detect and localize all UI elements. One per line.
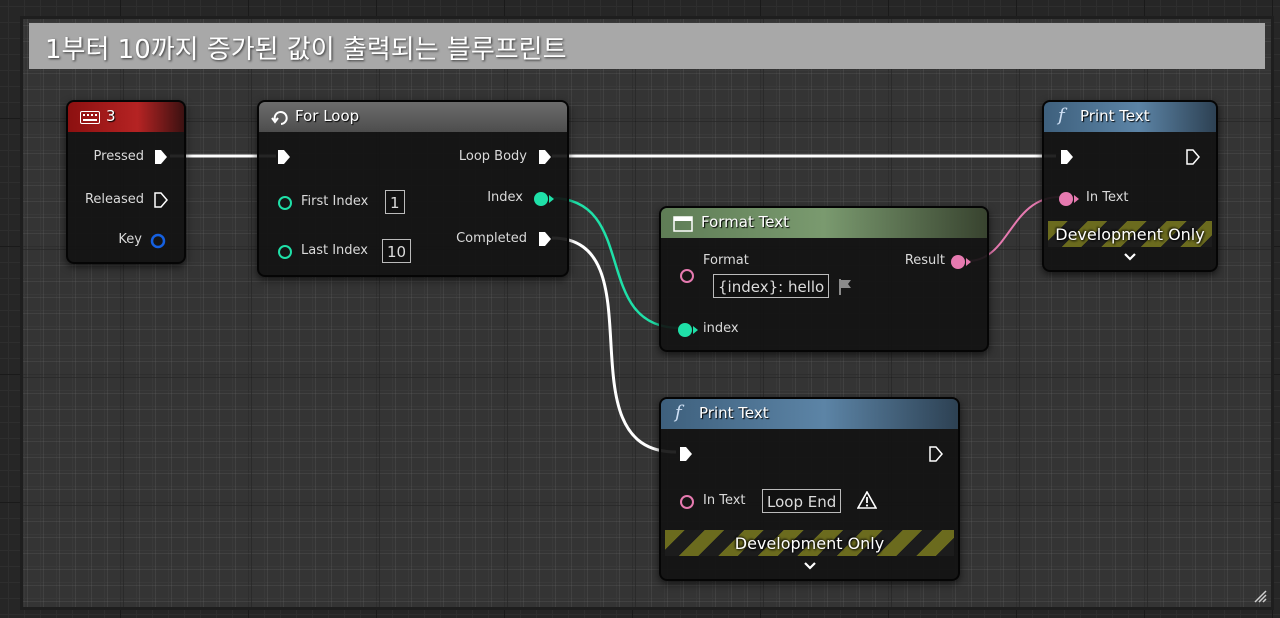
- released-pin-label: Released: [84, 192, 144, 207]
- released-exec-pin-icon[interactable]: [154, 192, 168, 208]
- print-top-in-text-pin-icon[interactable]: [1058, 191, 1080, 207]
- for-loop-exec-in-pin-icon[interactable]: [277, 149, 291, 165]
- first-index-label: First Index: [301, 194, 369, 209]
- completed-exec-pin-icon[interactable]: [538, 231, 552, 247]
- result-pin-icon[interactable]: [950, 254, 972, 270]
- pressed-exec-pin-icon[interactable]: [154, 149, 168, 165]
- format-text-icon: [673, 216, 693, 232]
- print-text-top-header[interactable]: f Print Text: [1044, 102, 1216, 132]
- format-index-label: index: [703, 321, 739, 336]
- chevron-down-icon[interactable]: [803, 561, 817, 571]
- first-index-input[interactable]: 1: [385, 190, 405, 214]
- completed-label: Completed: [456, 231, 527, 246]
- dev-only-label-bottom: Development Only: [734, 534, 885, 553]
- first-index-pin-icon[interactable]: [277, 195, 293, 211]
- keyboard-icon: [80, 111, 100, 124]
- comment-header[interactable]: 1부터 10까지 증가된 값이 출력되는 블루프린트: [29, 23, 1265, 69]
- chevron-down-icon[interactable]: [1123, 252, 1137, 262]
- for-loop-header[interactable]: For Loop: [259, 102, 567, 132]
- print-bottom-in-text-label: In Text: [703, 493, 746, 508]
- format-input[interactable]: {index}: hello: [713, 274, 830, 298]
- comment-title: 1부터 10까지 증가된 값이 출력되는 블루프린트: [45, 35, 567, 65]
- print-bottom-exec-in-pin-icon[interactable]: [679, 446, 693, 462]
- key-event-header[interactable]: 3: [68, 102, 184, 132]
- print-top-exec-out-pin-icon[interactable]: [1186, 149, 1200, 165]
- print-bottom-in-text-pin-icon[interactable]: [679, 494, 695, 510]
- print-top-in-text-label: In Text: [1086, 190, 1129, 205]
- print-text-node-bottom[interactable]: f Print Text In Text Loop End Developmen…: [659, 397, 960, 581]
- warning-icon: [857, 491, 877, 509]
- key-pin-label: Key: [118, 232, 142, 247]
- last-index-label: Last Index: [301, 243, 368, 258]
- for-loop-node[interactable]: For Loop First Index 1 Last Index 10 Loo…: [257, 100, 569, 277]
- print-text-top-title: Print Text: [1080, 107, 1150, 125]
- print-text-bottom-header[interactable]: f Print Text: [661, 399, 958, 429]
- format-pin-icon[interactable]: [679, 268, 695, 284]
- key-event-node[interactable]: 3 Pressed Released Key: [66, 100, 186, 264]
- index-output-pin-icon[interactable]: [533, 191, 555, 207]
- pressed-pin-label: Pressed: [93, 149, 144, 164]
- loop-body-label: Loop Body: [458, 149, 527, 164]
- index-output-label: Index: [487, 190, 523, 205]
- print-text-node-top[interactable]: f Print Text In Text Development Only: [1042, 100, 1218, 272]
- print-bottom-in-text-input[interactable]: Loop End: [762, 489, 842, 513]
- function-icon: f: [1058, 105, 1065, 126]
- print-top-exec-in-pin-icon[interactable]: [1060, 149, 1074, 165]
- dev-only-label-top: Development Only: [1055, 225, 1205, 244]
- key-struct-pin-icon[interactable]: [150, 233, 166, 249]
- last-index-input[interactable]: 10: [382, 239, 412, 263]
- format-label: Format: [703, 253, 749, 268]
- loop-body-exec-pin-icon[interactable]: [538, 149, 552, 165]
- key-event-title: 3: [106, 107, 116, 125]
- print-bottom-exec-out-pin-icon[interactable]: [929, 446, 943, 462]
- for-loop-title: For Loop: [295, 107, 360, 125]
- loop-icon: [271, 111, 288, 125]
- format-text-header[interactable]: Format Text: [661, 208, 987, 238]
- format-text-title: Format Text: [701, 213, 789, 231]
- format-index-pin-icon[interactable]: [677, 322, 699, 338]
- print-text-bottom-title: Print Text: [699, 404, 769, 422]
- result-label: Result: [904, 253, 945, 268]
- resize-grip-icon[interactable]: [1253, 589, 1267, 603]
- flag-icon[interactable]: [837, 278, 855, 296]
- graph-canvas[interactable]: 1부터 10까지 증가된 값이 출력되는 블루프린트 3 Pressed Rel…: [0, 0, 1280, 618]
- last-index-pin-icon[interactable]: [277, 244, 293, 260]
- format-text-node[interactable]: Format Text Format {index}: hello Result…: [659, 206, 989, 352]
- function-icon: f: [675, 402, 682, 423]
